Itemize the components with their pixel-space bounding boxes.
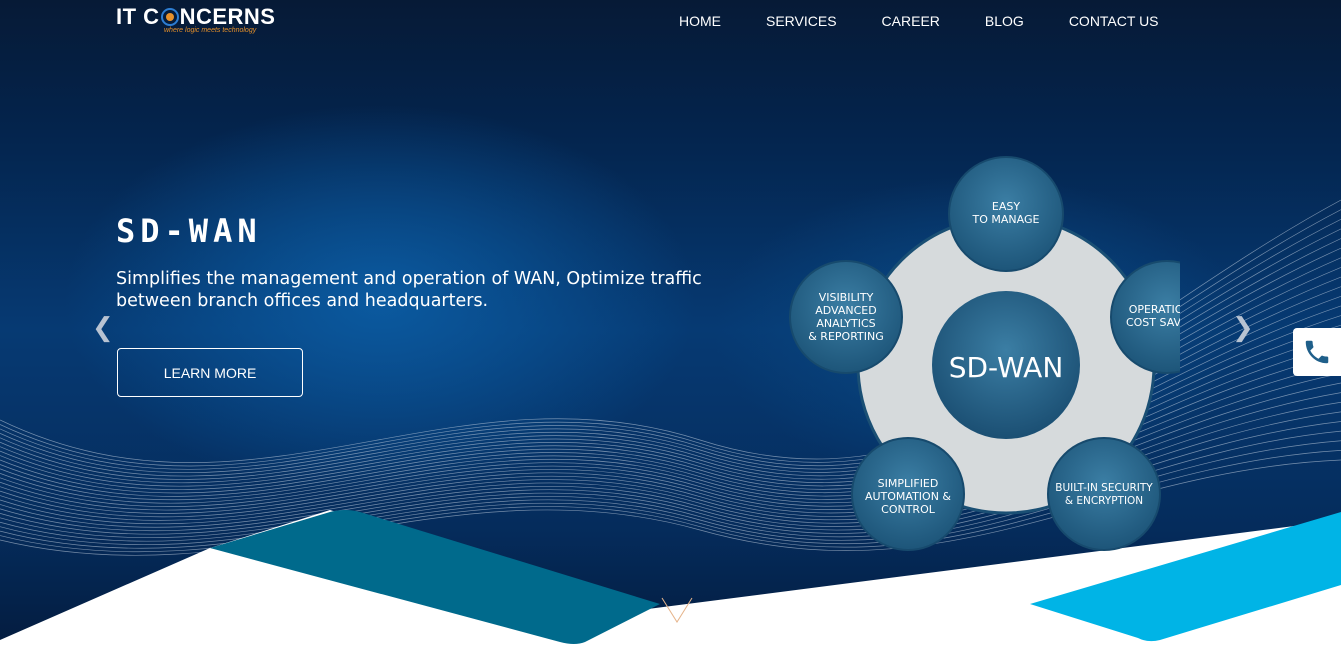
phone-button[interactable] bbox=[1293, 328, 1341, 376]
node-automation-line1: SIMPLIFIED bbox=[878, 477, 939, 490]
svg-text:OPERATIONALCOST SAVINGS: OPERATIONALCOST SAVINGS bbox=[1126, 303, 1180, 329]
diagram-center-label: SD-WAN bbox=[949, 351, 1064, 384]
node-cost-line2: COST SAVINGS bbox=[1126, 316, 1180, 329]
node-automation-line3: CONTROL bbox=[881, 503, 936, 516]
diagram-node-visibility: VISIBILITY ADVANCED ANALYTICS & REPORTING bbox=[789, 260, 903, 374]
main-nav: HOME SERVICES CAREER BLOG CONTACT US bbox=[679, 13, 1204, 29]
logo-text: IT C NCERNS bbox=[116, 5, 275, 29]
nav-contact-us[interactable]: CONTACT US bbox=[1069, 13, 1159, 29]
nav-home[interactable]: HOME bbox=[679, 13, 721, 29]
nav-blog[interactable]: BLOG bbox=[985, 13, 1024, 29]
node-visibility-line2: ADVANCED bbox=[815, 304, 876, 317]
node-visibility-line4: & REPORTING bbox=[808, 330, 884, 343]
diagram-node-automation: SIMPLIFIED AUTOMATION & CONTROL bbox=[851, 437, 965, 551]
phone-icon bbox=[1305, 340, 1329, 364]
globe-icon bbox=[160, 8, 179, 26]
nav-services[interactable]: SERVICES bbox=[766, 13, 837, 29]
nav-career[interactable]: CAREER bbox=[882, 13, 940, 29]
site-header: IT C NCERNS where logic meets technology … bbox=[0, 0, 1341, 44]
svg-text:BUILT-IN SECURITY& ENCRYPTION: BUILT-IN SECURITY & ENCRYPTION bbox=[1055, 482, 1153, 507]
logo-text-right: NCERNS bbox=[179, 4, 276, 29]
node-visibility-line1: VISIBILITY bbox=[819, 291, 874, 304]
node-visibility-line3: ANALYTICS bbox=[816, 317, 875, 330]
diagram-node-easy: EASY TO MANAGE bbox=[948, 156, 1064, 272]
node-easy-line1: EASY bbox=[992, 200, 1020, 213]
node-security-line2: & ENCRYPTION bbox=[1065, 495, 1143, 507]
logo-text-left: IT C bbox=[116, 4, 160, 29]
logo[interactable]: IT C NCERNS where logic meets technology bbox=[116, 5, 275, 35]
logo-tagline: where logic meets technology bbox=[164, 27, 257, 34]
node-easy-line2: TO MANAGE bbox=[972, 213, 1040, 226]
sdwan-diagram: SD-WAN EASYTO MANAGE OPERATIONALCOST SAV… bbox=[789, 156, 1180, 551]
chevron-left-icon[interactable]: ❮ bbox=[92, 314, 114, 342]
diagram-node-security: BUILT-IN SECURITY & ENCRYPTION bbox=[1047, 437, 1161, 551]
node-security-line1: BUILT-IN SECURITY bbox=[1055, 482, 1153, 494]
svg-text:VISIBILITYADVANCEDANALYTICS& R: VISIBILITY ADVANCED ANALYTICS & REPORTING bbox=[808, 291, 884, 343]
hero-slider: IT C NCERNS where logic meets technology … bbox=[0, 0, 1341, 659]
learn-more-button[interactable]: LEARN MORE bbox=[117, 348, 303, 397]
node-cost-line1: OPERATIONAL bbox=[1129, 303, 1180, 316]
slide-subtitle: Simplifies the management and operation … bbox=[116, 269, 702, 311]
chevron-right-icon[interactable]: ❯ bbox=[1232, 314, 1254, 342]
node-automation-line2: AUTOMATION & bbox=[865, 490, 951, 503]
slide-title: SD-WAN bbox=[116, 212, 262, 250]
